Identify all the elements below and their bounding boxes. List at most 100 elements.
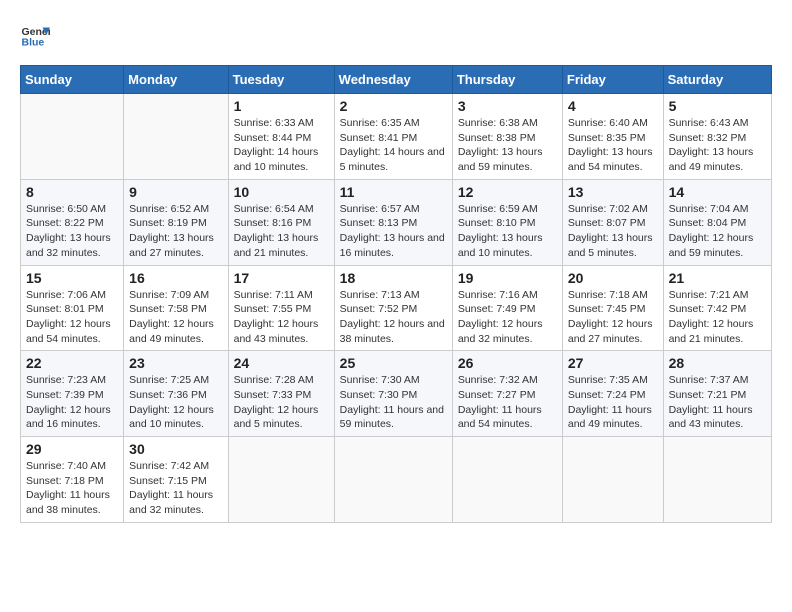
day-number: 23 xyxy=(129,355,222,371)
calendar-day-cell: 13 Sunrise: 7:02 AM Sunset: 8:07 PM Dayl… xyxy=(562,179,663,265)
weekday-header: Sunday xyxy=(21,66,124,94)
day-detail: Sunrise: 6:57 AM Sunset: 8:13 PM Dayligh… xyxy=(340,202,447,261)
day-detail: Sunrise: 7:37 AM Sunset: 7:21 PM Dayligh… xyxy=(669,373,766,432)
day-number: 3 xyxy=(458,98,557,114)
day-detail: Sunrise: 7:21 AM Sunset: 7:42 PM Dayligh… xyxy=(669,288,766,347)
day-number: 19 xyxy=(458,270,557,286)
day-detail: Sunrise: 7:42 AM Sunset: 7:15 PM Dayligh… xyxy=(129,459,222,518)
day-number: 4 xyxy=(568,98,658,114)
calendar-day-cell xyxy=(228,437,334,523)
calendar-day-cell: 25 Sunrise: 7:30 AM Sunset: 7:30 PM Dayl… xyxy=(334,351,452,437)
calendar-day-cell: 2 Sunrise: 6:35 AM Sunset: 8:41 PM Dayli… xyxy=(334,94,452,180)
day-detail: Sunrise: 7:13 AM Sunset: 7:52 PM Dayligh… xyxy=(340,288,447,347)
calendar-day-cell: 29 Sunrise: 7:40 AM Sunset: 7:18 PM Dayl… xyxy=(21,437,124,523)
day-detail: Sunrise: 7:06 AM Sunset: 8:01 PM Dayligh… xyxy=(26,288,118,347)
calendar-day-cell: 20 Sunrise: 7:18 AM Sunset: 7:45 PM Dayl… xyxy=(562,265,663,351)
calendar-day-cell xyxy=(562,437,663,523)
calendar-day-cell: 11 Sunrise: 6:57 AM Sunset: 8:13 PM Dayl… xyxy=(334,179,452,265)
calendar-day-cell: 12 Sunrise: 6:59 AM Sunset: 8:10 PM Dayl… xyxy=(452,179,562,265)
calendar-day-cell: 24 Sunrise: 7:28 AM Sunset: 7:33 PM Dayl… xyxy=(228,351,334,437)
day-number: 17 xyxy=(234,270,329,286)
day-detail: Sunrise: 7:04 AM Sunset: 8:04 PM Dayligh… xyxy=(669,202,766,261)
day-detail: Sunrise: 7:09 AM Sunset: 7:58 PM Dayligh… xyxy=(129,288,222,347)
calendar-week-row: 8 Sunrise: 6:50 AM Sunset: 8:22 PM Dayli… xyxy=(21,179,772,265)
weekday-header: Thursday xyxy=(452,66,562,94)
weekday-header: Monday xyxy=(124,66,228,94)
day-detail: Sunrise: 7:11 AM Sunset: 7:55 PM Dayligh… xyxy=(234,288,329,347)
day-detail: Sunrise: 7:18 AM Sunset: 7:45 PM Dayligh… xyxy=(568,288,658,347)
day-detail: Sunrise: 6:54 AM Sunset: 8:16 PM Dayligh… xyxy=(234,202,329,261)
calendar-day-cell: 5 Sunrise: 6:43 AM Sunset: 8:32 PM Dayli… xyxy=(663,94,771,180)
day-detail: Sunrise: 6:40 AM Sunset: 8:35 PM Dayligh… xyxy=(568,116,658,175)
day-number: 28 xyxy=(669,355,766,371)
day-detail: Sunrise: 6:38 AM Sunset: 8:38 PM Dayligh… xyxy=(458,116,557,175)
day-number: 16 xyxy=(129,270,222,286)
calendar-day-cell: 4 Sunrise: 6:40 AM Sunset: 8:35 PM Dayli… xyxy=(562,94,663,180)
logo: General Blue xyxy=(20,20,50,50)
calendar-day-cell: 27 Sunrise: 7:35 AM Sunset: 7:24 PM Dayl… xyxy=(562,351,663,437)
day-number: 27 xyxy=(568,355,658,371)
calendar-day-cell: 19 Sunrise: 7:16 AM Sunset: 7:49 PM Dayl… xyxy=(452,265,562,351)
day-number: 13 xyxy=(568,184,658,200)
calendar-day-cell: 30 Sunrise: 7:42 AM Sunset: 7:15 PM Dayl… xyxy=(124,437,228,523)
calendar-body: 1 Sunrise: 6:33 AM Sunset: 8:44 PM Dayli… xyxy=(21,94,772,523)
calendar-day-cell: 3 Sunrise: 6:38 AM Sunset: 8:38 PM Dayli… xyxy=(452,94,562,180)
svg-text:Blue: Blue xyxy=(22,37,45,49)
calendar-week-row: 29 Sunrise: 7:40 AM Sunset: 7:18 PM Dayl… xyxy=(21,437,772,523)
day-detail: Sunrise: 7:25 AM Sunset: 7:36 PM Dayligh… xyxy=(129,373,222,432)
calendar-day-cell: 8 Sunrise: 6:50 AM Sunset: 8:22 PM Dayli… xyxy=(21,179,124,265)
calendar-week-row: 1 Sunrise: 6:33 AM Sunset: 8:44 PM Dayli… xyxy=(21,94,772,180)
day-number: 20 xyxy=(568,270,658,286)
day-number: 15 xyxy=(26,270,118,286)
calendar-day-cell: 22 Sunrise: 7:23 AM Sunset: 7:39 PM Dayl… xyxy=(21,351,124,437)
day-number: 14 xyxy=(669,184,766,200)
day-number: 29 xyxy=(26,441,118,457)
calendar-day-cell xyxy=(452,437,562,523)
weekday-header: Friday xyxy=(562,66,663,94)
day-detail: Sunrise: 7:30 AM Sunset: 7:30 PM Dayligh… xyxy=(340,373,447,432)
day-number: 26 xyxy=(458,355,557,371)
calendar-day-cell xyxy=(21,94,124,180)
day-detail: Sunrise: 6:43 AM Sunset: 8:32 PM Dayligh… xyxy=(669,116,766,175)
day-detail: Sunrise: 7:40 AM Sunset: 7:18 PM Dayligh… xyxy=(26,459,118,518)
calendar-header-row: SundayMondayTuesdayWednesdayThursdayFrid… xyxy=(21,66,772,94)
day-number: 9 xyxy=(129,184,222,200)
day-detail: Sunrise: 7:16 AM Sunset: 7:49 PM Dayligh… xyxy=(458,288,557,347)
day-number: 10 xyxy=(234,184,329,200)
day-number: 12 xyxy=(458,184,557,200)
calendar-day-cell: 17 Sunrise: 7:11 AM Sunset: 7:55 PM Dayl… xyxy=(228,265,334,351)
calendar-day-cell: 16 Sunrise: 7:09 AM Sunset: 7:58 PM Dayl… xyxy=(124,265,228,351)
day-detail: Sunrise: 6:35 AM Sunset: 8:41 PM Dayligh… xyxy=(340,116,447,175)
calendar-week-row: 15 Sunrise: 7:06 AM Sunset: 8:01 PM Dayl… xyxy=(21,265,772,351)
day-number: 22 xyxy=(26,355,118,371)
day-detail: Sunrise: 7:28 AM Sunset: 7:33 PM Dayligh… xyxy=(234,373,329,432)
day-number: 18 xyxy=(340,270,447,286)
day-number: 30 xyxy=(129,441,222,457)
day-detail: Sunrise: 7:32 AM Sunset: 7:27 PM Dayligh… xyxy=(458,373,557,432)
weekday-header: Saturday xyxy=(663,66,771,94)
calendar-day-cell: 15 Sunrise: 7:06 AM Sunset: 8:01 PM Dayl… xyxy=(21,265,124,351)
calendar-day-cell: 26 Sunrise: 7:32 AM Sunset: 7:27 PM Dayl… xyxy=(452,351,562,437)
day-number: 8 xyxy=(26,184,118,200)
day-number: 2 xyxy=(340,98,447,114)
day-detail: Sunrise: 7:02 AM Sunset: 8:07 PM Dayligh… xyxy=(568,202,658,261)
day-number: 25 xyxy=(340,355,447,371)
calendar-day-cell xyxy=(124,94,228,180)
calendar-day-cell xyxy=(663,437,771,523)
day-number: 1 xyxy=(234,98,329,114)
calendar-day-cell: 14 Sunrise: 7:04 AM Sunset: 8:04 PM Dayl… xyxy=(663,179,771,265)
day-detail: Sunrise: 6:50 AM Sunset: 8:22 PM Dayligh… xyxy=(26,202,118,261)
day-number: 11 xyxy=(340,184,447,200)
calendar-day-cell: 18 Sunrise: 7:13 AM Sunset: 7:52 PM Dayl… xyxy=(334,265,452,351)
calendar-day-cell: 21 Sunrise: 7:21 AM Sunset: 7:42 PM Dayl… xyxy=(663,265,771,351)
calendar-day-cell: 23 Sunrise: 7:25 AM Sunset: 7:36 PM Dayl… xyxy=(124,351,228,437)
day-detail: Sunrise: 7:35 AM Sunset: 7:24 PM Dayligh… xyxy=(568,373,658,432)
weekday-header: Wednesday xyxy=(334,66,452,94)
calendar-day-cell: 1 Sunrise: 6:33 AM Sunset: 8:44 PM Dayli… xyxy=(228,94,334,180)
calendar-day-cell: 28 Sunrise: 7:37 AM Sunset: 7:21 PM Dayl… xyxy=(663,351,771,437)
calendar-day-cell: 9 Sunrise: 6:52 AM Sunset: 8:19 PM Dayli… xyxy=(124,179,228,265)
weekday-header: Tuesday xyxy=(228,66,334,94)
day-number: 24 xyxy=(234,355,329,371)
calendar-week-row: 22 Sunrise: 7:23 AM Sunset: 7:39 PM Dayl… xyxy=(21,351,772,437)
page-header: General Blue xyxy=(20,20,772,50)
